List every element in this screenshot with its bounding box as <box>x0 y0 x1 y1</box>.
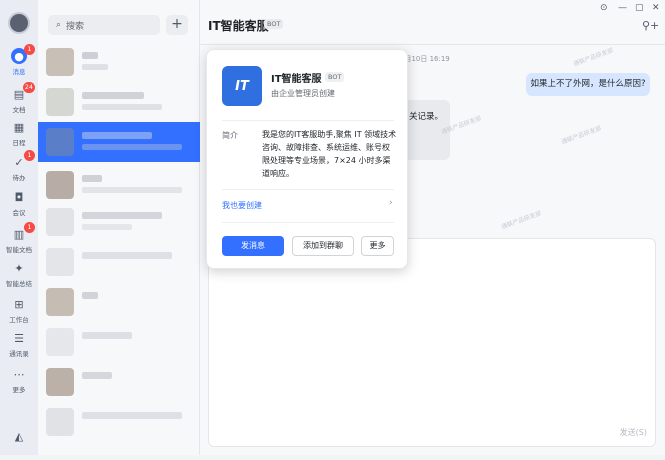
search-input[interactable]: ⌕ 搜索 <box>48 15 160 35</box>
message-compose-box[interactable]: 发送(S) <box>208 238 656 447</box>
messages-badge: 1 <box>24 44 35 55</box>
bot-creator: 由企业管理员创建 <box>271 89 335 98</box>
left-rail: ● 1 消息 ▤ 24 文档 ▦ 日程 ✓ 1 待办 ◘ 会议 ▥ 1 智能文档 ✦ 智… <box>0 0 38 455</box>
watermark: 通联产品研发部 <box>572 46 615 68</box>
list-item[interactable] <box>38 362 200 402</box>
more-icon: ⋯ <box>13 367 25 381</box>
search-icon: ⌕ <box>56 20 62 30</box>
sidebar-item-label: 更多 <box>12 386 26 394</box>
sidebar-item-label: 消息 <box>12 68 26 76</box>
user-avatar[interactable] <box>8 12 30 34</box>
bot-logo-icon: IT <box>222 66 262 106</box>
list-item[interactable] <box>38 322 200 362</box>
sidebar-item-calendar[interactable]: ▦ 日程 <box>0 115 38 151</box>
avatar <box>46 128 74 156</box>
intro-text: 我是您的IT客服助手,聚焦 IT 领域技术咨询、故障排查、系统运维、账号权限处理… <box>262 130 397 178</box>
avatar <box>46 288 74 316</box>
calendar-icon: ▦ <box>13 120 25 134</box>
bot-name: IT智能客服 <box>271 74 322 85</box>
search-placeholder: 搜索 <box>66 21 85 32</box>
sidebar-item-more[interactable]: ⋯ 更多 <box>0 362 38 398</box>
bot-tag: BOT <box>264 19 284 29</box>
user-message-bubble[interactable]: 如果上不了外网，是什么原因? <box>526 73 650 96</box>
watermark: 通联产品研发部 <box>500 209 543 231</box>
list-item[interactable] <box>38 82 200 122</box>
list-item[interactable] <box>38 42 200 82</box>
sidebar-item-smart-docs[interactable]: ▥ 1 智能文档 <box>0 222 38 258</box>
list-item[interactable] <box>38 282 200 322</box>
avatar <box>46 408 74 436</box>
avatar <box>46 48 74 76</box>
pin-icon[interactable]: ⊙ <box>600 3 608 13</box>
add-button[interactable]: + <box>166 15 188 35</box>
sidebar-item-label: 文档 <box>12 106 26 114</box>
more-button[interactable]: 更多 <box>361 236 394 256</box>
sidebar-item-label: 智能总结 <box>6 280 32 288</box>
todo-badge: 1 <box>24 150 35 161</box>
sidebar-item-docs[interactable]: ▤ 24 文档 <box>0 82 38 118</box>
docs-badge: 24 <box>22 82 35 93</box>
sidebar-item-label: 待办 <box>12 174 26 182</box>
send-message-button[interactable]: 发消息 <box>222 236 284 256</box>
sparkle-icon: ✦ <box>14 261 24 275</box>
list-item[interactable] <box>38 242 200 282</box>
sidebar-item-smart-summary[interactable]: ✦ 智能总结 <box>0 256 38 292</box>
bot-tag: BOT <box>325 72 345 82</box>
grid-icon: ⊞ <box>14 297 24 311</box>
sidebar-item-label: 通讯录 <box>9 350 29 358</box>
avatar <box>46 88 74 116</box>
avatar <box>46 208 74 236</box>
sidebar-item-label: 日程 <box>12 139 26 147</box>
close-icon[interactable]: ✕ <box>652 3 660 13</box>
maximize-icon[interactable]: ▢ <box>635 3 644 13</box>
sidebar-item-label: 工作台 <box>9 316 29 324</box>
plus-icon: + <box>171 16 183 32</box>
smart-doc-icon: ▥ 1 <box>11 222 35 242</box>
sidebar-item-todo[interactable]: ✓ 1 待办 <box>0 150 38 186</box>
list-item-selected[interactable] <box>38 122 200 162</box>
avatar <box>46 368 74 396</box>
bot-profile-card: IT IT智能客服 BOT 由企业管理员创建 简介 我是您的IT客服助手,聚焦 … <box>206 49 408 269</box>
sidebar-item-messages[interactable]: ● 1 消息 <box>0 44 38 80</box>
todo-icon: ✓ 1 <box>11 150 35 170</box>
sidebar-item-label: 会议 <box>12 209 26 217</box>
contacts-icon: ☰ <box>14 331 24 345</box>
create-bot-link[interactable]: 我也要创建 <box>222 200 262 211</box>
video-icon: ◘ <box>14 190 24 204</box>
conversation-list: ⌕ 搜索 + <box>38 0 200 455</box>
list-item[interactable] <box>38 165 200 205</box>
app-logo-icon: ◭ <box>14 429 24 443</box>
sidebar-item-workbench[interactable]: ⊞ 工作台 <box>0 292 38 328</box>
avatar <box>46 248 74 276</box>
smart-docs-badge: 1 <box>24 222 35 233</box>
add-to-group-button[interactable]: 添加到群聊 <box>292 236 354 256</box>
avatar <box>46 171 74 199</box>
add-member-icon[interactable]: ⚲+ <box>642 19 659 32</box>
chat-title: IT智能客服 <box>208 19 269 33</box>
avatar <box>46 328 74 356</box>
watermark: 通联产品研发部 <box>560 124 603 146</box>
doc-icon: ▤ 24 <box>13 82 35 101</box>
intro-label: 简介 <box>222 131 238 140</box>
list-item[interactable] <box>38 202 200 242</box>
send-button[interactable]: 发送(S) <box>620 427 647 438</box>
sidebar-item-meetings[interactable]: ◘ 会议 <box>0 185 38 221</box>
chevron-right-icon: › <box>389 198 393 208</box>
sidebar-item-contacts[interactable]: ☰ 通讯录 <box>0 326 38 362</box>
chat-icon: ● 1 <box>11 44 35 64</box>
list-item[interactable] <box>38 402 200 442</box>
sidebar-item-label: 智能文档 <box>6 246 32 254</box>
minimize-icon[interactable]: — <box>618 3 627 13</box>
